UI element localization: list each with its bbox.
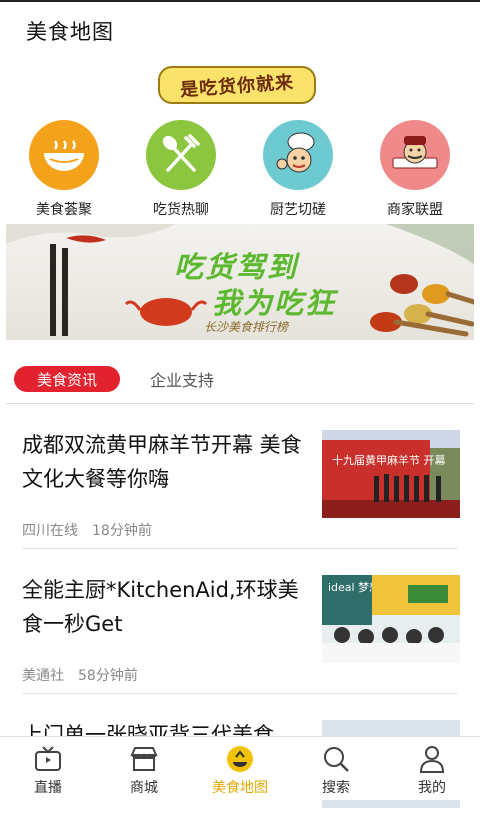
news-headline: 全能主厨*KitchenAid,环球美食一秒Get <box>22 578 299 636</box>
banner-headline-2: 我为吃狂 <box>212 286 337 320</box>
category-chuyi-qiecuo[interactable]: 厨艺切磋 <box>248 120 348 219</box>
news-meta: 美通社 58分钟前 <box>22 665 138 685</box>
category-label: 商家联盟 <box>387 202 443 218</box>
fork-spoon-icon <box>146 120 216 190</box>
category-label: 美食荟聚 <box>36 202 92 218</box>
category-label: 厨艺切磋 <box>270 202 326 218</box>
news-time: 18分钟前 <box>92 523 152 539</box>
tv-icon <box>33 745 63 773</box>
page-title: 美食地图 <box>26 20 114 44</box>
tab-meishi-zixun[interactable]: 美食资讯 <box>14 366 120 392</box>
news-source: 美通社 <box>22 668 64 684</box>
news-thumbnail: ideal 梦想家 <box>322 575 460 663</box>
banner-caption: 长沙美食排行榜 <box>204 320 289 334</box>
chef-icon <box>263 120 333 190</box>
bottom-tab-bar: 直播 商城 美食地图 搜索 我的 <box>0 736 480 800</box>
tab-zhibo[interactable]: 直播 <box>0 737 96 800</box>
tab-label: 搜索 <box>322 780 350 796</box>
category-row: 美食荟聚 吃货热聊 厨艺切磋 商家联盟 <box>0 120 480 220</box>
tab-wode[interactable]: 我的 <box>384 737 480 800</box>
tab-meishi-ditu[interactable]: 美食地图 <box>192 737 288 800</box>
soup-bowl-icon <box>29 120 99 190</box>
tab-label: 美食地图 <box>212 780 268 796</box>
merchant-icon <box>380 120 450 190</box>
food-map-icon <box>225 745 255 773</box>
news-headline: 成都双流黄甲麻羊节开幕 美食文化大餐等你嗨 <box>22 433 302 491</box>
news-item[interactable]: 全能主厨*KitchenAid,环球美食一秒Get 美通社 58分钟前 ideal… <box>0 549 480 694</box>
category-label: 吃货热聊 <box>153 202 209 218</box>
tab-label: 商城 <box>130 780 158 796</box>
tab-shangcheng[interactable]: 商城 <box>96 737 192 800</box>
news-time: 58分钟前 <box>78 668 138 684</box>
tab-label: 我的 <box>418 780 446 796</box>
tab-qiye-zhichi[interactable]: 企业支持 <box>150 366 214 392</box>
slogan-badge: 是吃货你就来 <box>158 66 316 104</box>
tab-label: 直播 <box>34 780 62 796</box>
news-meta: 四川在线 18分钟前 <box>22 520 152 540</box>
slogan-text: 是吃货你就来 <box>179 72 295 101</box>
news-item[interactable]: 成都双流黄甲麻羊节开幕 美食文化大餐等你嗨 四川在线 18分钟前 十九届黄甲麻羊节… <box>0 404 480 549</box>
search-icon <box>321 745 351 773</box>
promo-banner[interactable]: 吃货驾到 我为吃狂 长沙美食排行榜 <box>6 224 474 340</box>
news-tabs: 美食资讯 企业支持 <box>0 358 480 404</box>
category-chihuo-reliao[interactable]: 吃货热聊 <box>131 120 231 219</box>
news-source: 四川在线 <box>22 523 78 539</box>
category-meishi-huiju[interactable]: 美食荟聚 <box>14 120 114 219</box>
app-header: 美食地图 <box>0 2 480 60</box>
category-shangjia-lianmeng[interactable]: 商家联盟 <box>365 120 465 219</box>
tab-sousuo[interactable]: 搜索 <box>288 737 384 800</box>
shop-icon <box>129 745 159 773</box>
news-thumbnail: 十九届黄甲麻羊节 开幕 <box>322 430 460 518</box>
thumb-text: 十九届黄甲麻羊节 开幕 <box>332 453 446 467</box>
user-icon <box>417 745 447 773</box>
